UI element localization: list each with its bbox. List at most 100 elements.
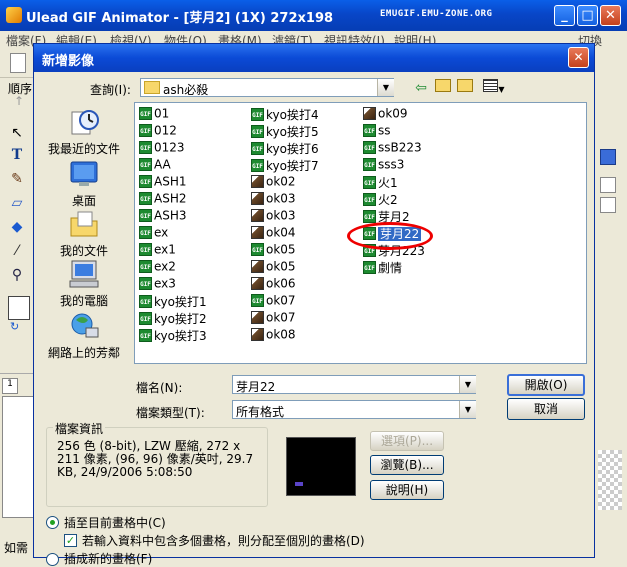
place-my-computer[interactable]: 我的電腦	[42, 258, 126, 309]
chevron-down-icon[interactable]: ▼	[459, 401, 476, 418]
list-item[interactable]: GIF ssB223	[363, 140, 425, 157]
view-menu-icon[interactable]: ▼	[480, 79, 508, 97]
list-item[interactable]: GIF 012	[139, 123, 207, 140]
list-item[interactable]: GIF ASH1	[139, 174, 207, 191]
list-item[interactable]: ok02	[251, 174, 319, 191]
place-label: 網路上的芳鄰	[47, 346, 120, 360]
list-item[interactable]: ok06	[251, 276, 319, 293]
list-item[interactable]: GIF ex	[139, 225, 207, 242]
multi-frame-checkbox[interactable]: ✓	[64, 534, 77, 547]
list-item[interactable]: ok07	[251, 310, 319, 327]
filename-field[interactable]: 芽月22 ▼	[232, 375, 476, 394]
list-item[interactable]: GIF kyo挨打7	[251, 157, 319, 174]
list-item[interactable]: ok08	[251, 327, 319, 344]
list-item[interactable]: GIF kyo挨打2	[139, 310, 207, 327]
zoom-tool-icon[interactable]: ⚲	[8, 266, 26, 284]
list-item[interactable]: ok09	[363, 106, 425, 123]
browse-button[interactable]: 瀏覽(B)...	[370, 455, 444, 475]
list-item[interactable]: GIF 芽月2	[363, 208, 425, 225]
gif-file-icon: GIF	[251, 159, 264, 172]
foreground-color-swatch[interactable]	[8, 296, 30, 320]
gif-file-icon: GIF	[363, 210, 376, 223]
gif-file-icon: GIF	[363, 244, 376, 257]
frame-panel: 1	[0, 373, 36, 524]
list-item[interactable]: GIF ASH3	[139, 208, 207, 225]
gif-file-icon: GIF	[139, 124, 152, 137]
desktop-icon	[68, 158, 100, 190]
list-item[interactable]: ok03	[251, 191, 319, 208]
list-item[interactable]: ok03	[251, 208, 319, 225]
panel-button-1[interactable]	[600, 177, 616, 193]
file-info-group: 檔案資訊 256 色 (8-bit), LZW 壓縮, 272 x 211 像素…	[46, 420, 268, 507]
eraser-tool-icon[interactable]: ▱	[8, 194, 26, 212]
list-item[interactable]: GIF ok07	[251, 293, 319, 310]
gif-file-icon: GIF	[139, 107, 152, 120]
new-file-icon[interactable]	[10, 53, 26, 73]
file-list[interactable]: GIF 01 GIF 012 GIF 0123 GIF AA GIF ASH1 GIF AS…	[134, 102, 587, 364]
list-item[interactable]: GIF kyo挨打3	[139, 327, 207, 344]
place-label: 桌面	[71, 194, 96, 208]
place-recent[interactable]: 我最近的文件	[42, 106, 126, 157]
insert-new-frame-radio[interactable]	[46, 553, 59, 566]
folder-icon	[144, 81, 160, 94]
list-item-selected[interactable]: GIF 芽月22	[363, 225, 425, 242]
tool-palette: ↖ T ✎ ▱ ◆ ⁄ ⚲ ↻	[0, 120, 32, 370]
filetype-select[interactable]: 所有格式 ▼	[232, 400, 476, 419]
text-tool-icon[interactable]: T	[8, 146, 26, 164]
list-item[interactable]: GIF 火2	[363, 191, 425, 208]
up-folder-icon[interactable]	[434, 79, 452, 97]
open-button[interactable]: 開啟(O)	[507, 374, 585, 396]
list-item[interactable]: GIF kyo挨打5	[251, 123, 319, 140]
my-computer-icon	[68, 258, 100, 290]
frame-thumbnail-area	[2, 396, 34, 518]
options-button[interactable]: 選項(P)...	[370, 431, 444, 451]
list-item[interactable]: GIF kyo挨打1	[139, 293, 207, 310]
list-item[interactable]: GIF sss3	[363, 157, 425, 174]
help-button[interactable]: 說明(H)	[370, 480, 444, 500]
chevron-down-icon[interactable]: ▼	[377, 79, 394, 96]
list-item[interactable]: GIF 芽月223	[363, 242, 425, 259]
lookin-dropdown[interactable]: ash必殺 ▼	[140, 78, 394, 97]
new-folder-icon[interactable]	[456, 79, 474, 97]
list-item[interactable]: GIF 火1	[363, 174, 425, 191]
back-arrow-icon[interactable]: ⇦	[412, 79, 430, 97]
layer-panel-icon[interactable]	[600, 149, 616, 165]
swap-colors-icon[interactable]: ↻	[10, 320, 19, 333]
gif-file-icon: GIF	[139, 192, 152, 205]
fill-tool-icon[interactable]: ◆	[8, 218, 26, 236]
list-item[interactable]: ok04	[251, 225, 319, 242]
place-network[interactable]: 網路上的芳鄰	[42, 310, 126, 361]
eyedropper-tool-icon[interactable]: ⁄	[8, 242, 26, 260]
close-icon[interactable]: ✕	[568, 47, 589, 68]
frame-panel-toggle[interactable]: 1	[2, 378, 18, 394]
gif-file-icon: GIF	[363, 141, 376, 154]
minimize-button[interactable]: _	[554, 5, 575, 26]
list-item[interactable]: GIF ex2	[139, 259, 207, 276]
list-item[interactable]: GIF ex3	[139, 276, 207, 293]
list-item[interactable]: GIF ss	[363, 123, 425, 140]
list-item[interactable]: GIF 劇情	[363, 259, 425, 276]
list-item[interactable]: GIF ex1	[139, 242, 207, 259]
brush-tool-icon[interactable]: ✎	[8, 170, 26, 188]
list-item[interactable]: GIF ASH2	[139, 191, 207, 208]
up-arrow-icon: ↑	[14, 94, 25, 108]
filetype-value: 所有格式	[236, 405, 285, 419]
gif-file-icon: GIF	[139, 209, 152, 222]
cancel-button[interactable]: 取消	[507, 398, 585, 420]
list-item[interactable]: GIF 01	[139, 106, 207, 123]
maximize-button[interactable]: □	[577, 5, 598, 26]
list-item[interactable]: GIF ok05	[251, 242, 319, 259]
panel-button-2[interactable]	[600, 197, 616, 213]
chevron-down-icon[interactable]: ▼	[459, 376, 476, 393]
place-desktop[interactable]: 桌面	[42, 158, 126, 209]
pointer-tool-icon[interactable]: ↖	[8, 124, 26, 142]
list-item[interactable]: ok05	[251, 259, 319, 276]
insert-current-frame-radio[interactable]	[46, 516, 59, 529]
list-item[interactable]: GIF kyo挨打4	[251, 106, 319, 123]
list-item[interactable]: GIF AA	[139, 157, 207, 174]
place-my-documents[interactable]: 我的文件	[42, 208, 126, 259]
list-item[interactable]: GIF kyo挨打6	[251, 140, 319, 157]
app-close-button[interactable]: ✕	[600, 5, 621, 26]
image-file-icon	[251, 277, 264, 290]
list-item[interactable]: GIF 0123	[139, 140, 207, 157]
